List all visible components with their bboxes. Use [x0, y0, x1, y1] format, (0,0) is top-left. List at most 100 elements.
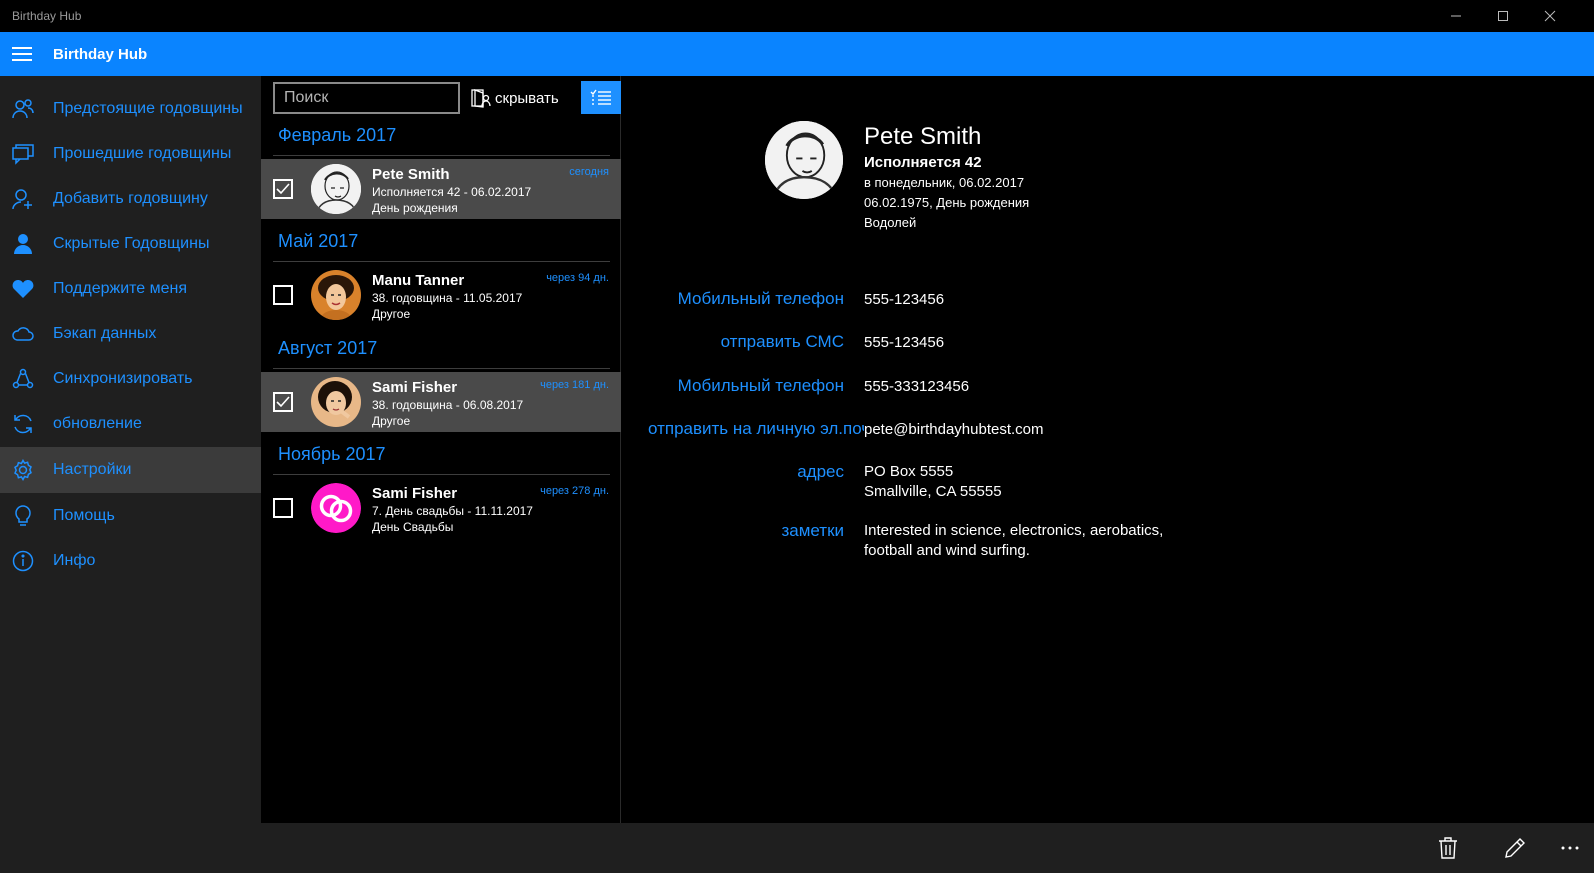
anniversary-list-pane: скрывать Февраль 2017 Pete Smith Исполня… [261, 76, 621, 823]
nav-item-past[interactable]: Прошедшие годовщины [0, 131, 261, 177]
row-checkbox[interactable] [273, 392, 293, 412]
person-icon [11, 232, 35, 256]
more-button[interactable] [1546, 823, 1594, 873]
gear-icon [11, 458, 35, 482]
multi-select-button[interactable] [581, 81, 621, 114]
field-label-address[interactable]: адрес [797, 462, 844, 482]
group-divider [273, 155, 610, 156]
heart-icon [11, 277, 35, 301]
sync-icon [11, 367, 35, 391]
nav-item-update[interactable]: обновление [0, 401, 261, 447]
maximize-icon [1498, 11, 1508, 21]
group-divider [273, 474, 610, 475]
nav-item-sync[interactable]: Синхронизировать [0, 356, 261, 402]
nav-label: Бэкап данных [53, 325, 157, 342]
group-header: Май 2017 [278, 231, 359, 251]
list-item[interactable]: Pete Smith Исполняется 42 - 06.02.2017 Д… [261, 159, 621, 219]
nav-label: Предстоящие годовщины [53, 100, 243, 117]
group-divider [273, 368, 610, 369]
search-input[interactable] [273, 82, 460, 114]
nav-label: Прошедшие годовщины [53, 145, 232, 162]
field-value-mobile: 555-123456 [864, 291, 945, 308]
nav-item-backup[interactable]: Бэкап данных [0, 311, 261, 357]
row-when: через 278 дн. [540, 485, 609, 497]
avatar [311, 270, 361, 320]
sidebar: Предстоящие годовщины Прошедшие годовщин… [0, 76, 261, 823]
hide-icon [471, 89, 491, 108]
avatar [311, 377, 361, 427]
cloud-icon [11, 322, 35, 346]
field-value-address-2: Smallville, CA 55555 [864, 483, 1002, 500]
row-event: 38. годовщина - 11.05.2017 [372, 291, 523, 305]
refresh-icon [11, 412, 35, 436]
row-when: сегодня [569, 166, 609, 178]
field-value-address-1: PO Box 5555 [864, 463, 954, 480]
row-checkbox[interactable] [273, 179, 293, 199]
lightbulb-icon [11, 504, 35, 528]
row-checkbox[interactable] [273, 285, 293, 305]
list-item[interactable]: Sami Fisher 38. годовщина - 06.08.2017 Д… [261, 372, 621, 432]
checkmark-icon [276, 396, 290, 408]
nav-item-settings[interactable]: Настройки [0, 447, 261, 493]
detail-name: Pete Smith [864, 123, 982, 150]
hide-label: скрывать [495, 89, 559, 107]
group-header: Август 2017 [278, 338, 378, 358]
field-label-sms[interactable]: отправить СМС [721, 332, 844, 352]
delete-button[interactable] [1424, 823, 1472, 873]
close-icon [1544, 10, 1556, 22]
more-icon [1561, 846, 1579, 850]
list-item[interactable]: Sami Fisher 7. День свадьбы - 11.11.2017… [261, 478, 621, 538]
nav-label: Скрытые Годовщины [53, 235, 210, 252]
close-button[interactable] [1527, 0, 1573, 32]
edit-button[interactable] [1491, 823, 1539, 873]
detail-turning: Исполняется 42 [864, 154, 982, 171]
row-type: Другое [372, 307, 411, 321]
detail-zodiac: Водолей [864, 215, 917, 230]
nav-item-upcoming[interactable]: Предстоящие годовщины [0, 86, 261, 132]
row-name: Pete Smith [372, 166, 450, 183]
row-event: 38. годовщина - 06.08.2017 [372, 398, 524, 412]
row-when: через 94 дн. [546, 272, 609, 284]
nav-item-support[interactable]: Поддержите меня [0, 266, 261, 312]
nav-item-add[interactable]: Добавить годовщину [0, 176, 261, 222]
wedding-rings-icon [311, 483, 361, 533]
detail-date: в понедельник, 06.02.2017 [864, 175, 1025, 190]
field-value-email: pete@birthdayhubtest.com [864, 421, 1044, 438]
window-title: Birthday Hub [12, 9, 82, 23]
command-bar [0, 823, 1594, 873]
minimize-button[interactable] [1433, 0, 1479, 32]
maximize-button[interactable] [1480, 0, 1526, 32]
checkmark-icon [276, 183, 290, 195]
row-type: Другое [372, 414, 411, 428]
nav-label: Инфо [53, 552, 96, 569]
nav-item-info[interactable]: Инфо [0, 538, 261, 584]
field-label-mobile-2[interactable]: Мобильный телефон [678, 376, 844, 396]
group-header: Февраль 2017 [278, 125, 397, 145]
detail-birth: 06.02.1975, День рождения [864, 195, 1030, 210]
field-label-mobile[interactable]: Мобильный телефон [678, 289, 844, 309]
hide-button[interactable]: скрывать [471, 82, 559, 114]
people-icon [11, 97, 35, 121]
field-label-notes: заметки [781, 521, 844, 540]
row-name: Sami Fisher [372, 485, 458, 502]
field-label-email[interactable]: отправить на личную эл.почту [648, 419, 864, 439]
hamburger-button[interactable] [0, 32, 44, 76]
hamburger-icon [12, 47, 32, 61]
row-event: 7. День свадьбы - 11.11.2017 [372, 504, 533, 518]
app-header: Birthday Hub [0, 32, 1594, 76]
add-person-icon [11, 187, 35, 211]
nav-label: Помощь [53, 507, 115, 524]
row-name: Sami Fisher [372, 379, 458, 396]
nav-item-hidden[interactable]: Скрытые Годовщины [0, 221, 261, 267]
nav-label: Синхронизировать [53, 370, 193, 387]
app-title: Birthday Hub [53, 46, 148, 63]
row-checkbox[interactable] [273, 498, 293, 518]
nav-label: Добавить годовщину [53, 190, 208, 207]
list-item[interactable]: Manu Tanner 38. годовщина - 11.05.2017 Д… [261, 265, 621, 325]
nav-label: Настройки [53, 461, 132, 478]
pencil-icon [1505, 838, 1525, 858]
detail-pane: Pete Smith Исполняется 42 в понедельник,… [621, 76, 1594, 823]
row-type: День Свадьбы [372, 520, 454, 534]
nav-item-help[interactable]: Помощь [0, 493, 261, 539]
chat-icon [11, 142, 35, 166]
